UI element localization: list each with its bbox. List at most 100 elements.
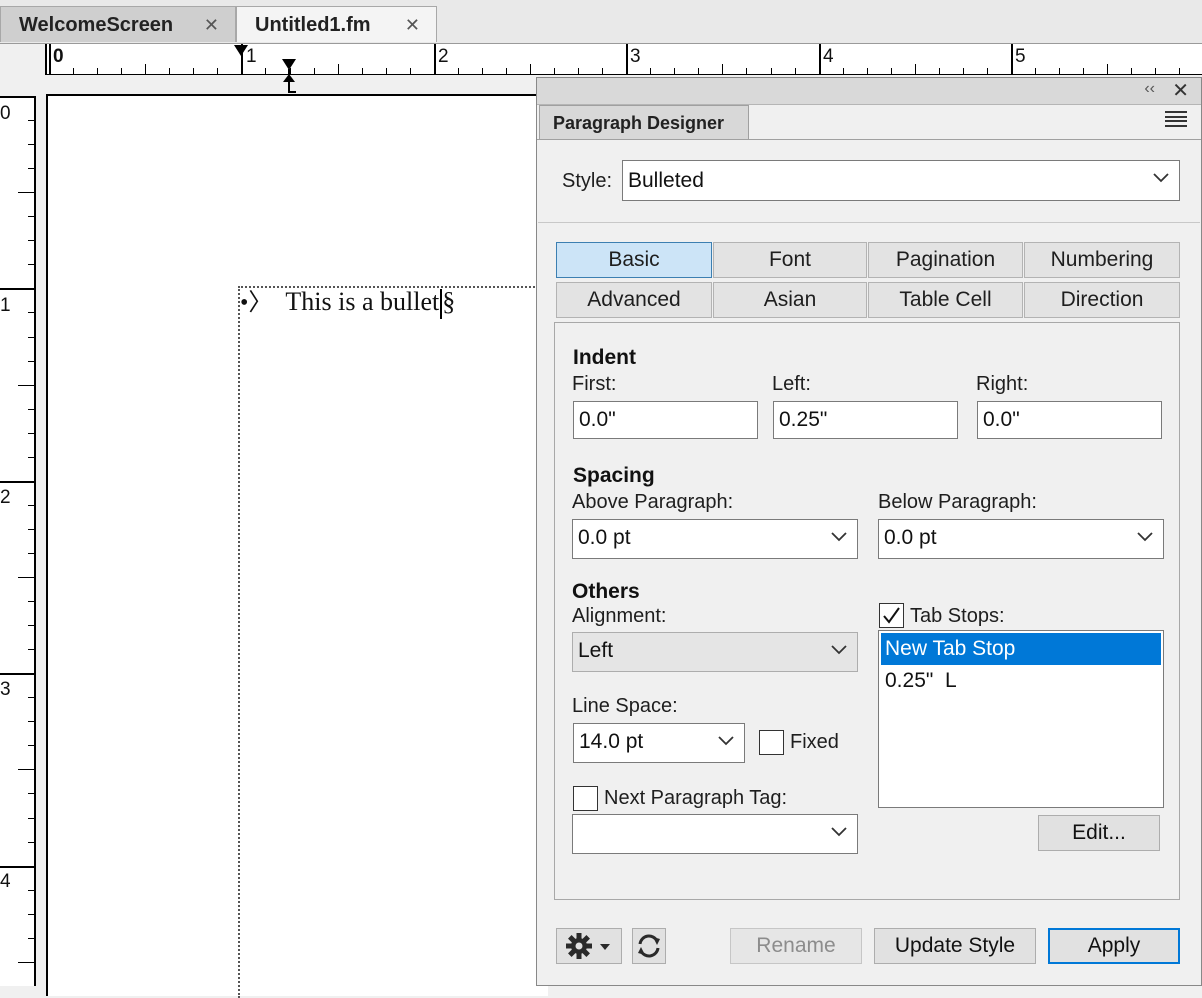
ruler-number: 0 bbox=[0, 103, 11, 124]
divider bbox=[538, 222, 1200, 223]
ruler-tick bbox=[28, 817, 34, 819]
ruler-tick bbox=[28, 889, 34, 891]
style-select[interactable]: Bulleted bbox=[622, 160, 1180, 201]
ruler-tick bbox=[674, 68, 676, 74]
ruler-tick bbox=[0, 865, 34, 868]
left-indent-label: Left: bbox=[772, 373, 811, 395]
ruler-tick bbox=[18, 577, 34, 578]
ruler-tick bbox=[361, 68, 363, 74]
tab-untitled1[interactable]: Untitled1.fm ✕ bbox=[236, 6, 437, 42]
tab-table-cell[interactable]: Table Cell bbox=[868, 282, 1023, 318]
ruler-tick bbox=[0, 480, 34, 483]
next-paragraph-tag-checkbox[interactable] bbox=[573, 786, 598, 811]
ruler-tick bbox=[530, 64, 531, 74]
ruler-tick bbox=[169, 68, 171, 74]
first-indent-marker-icon[interactable] bbox=[233, 44, 249, 58]
style-select-value: Bulleted bbox=[628, 169, 704, 192]
text-frame[interactable] bbox=[238, 286, 550, 998]
ruler-tick bbox=[1131, 68, 1133, 74]
above-paragraph-select[interactable]: 0.0 pt bbox=[572, 519, 858, 559]
ruler-number: 1 bbox=[0, 295, 11, 316]
collapse-icon[interactable]: ‹‹ bbox=[1144, 80, 1155, 98]
ruler-number: 2 bbox=[0, 487, 11, 508]
ruler-tick bbox=[18, 769, 34, 771]
ruler-number: 4 bbox=[823, 46, 834, 67]
next-paragraph-tag-select[interactable] bbox=[572, 814, 858, 854]
ruler-tick bbox=[28, 360, 34, 362]
ruler-tick bbox=[794, 68, 796, 74]
ruler-number: 5 bbox=[1015, 46, 1026, 67]
ruler-tick bbox=[938, 68, 940, 74]
paragraph-text: This is a bullet bbox=[285, 287, 440, 316]
close-icon[interactable]: ✕ bbox=[204, 7, 219, 43]
tab-numbering[interactable]: Numbering bbox=[1024, 242, 1180, 278]
panel-title-bar[interactable]: ‹‹ ✕ bbox=[537, 78, 1201, 105]
tab-label: Untitled1.fm bbox=[255, 14, 371, 36]
horizontal-ruler[interactable]: 0 1 2 3 4 5 bbox=[45, 44, 1202, 75]
left-indent-input[interactable]: 0.25" bbox=[773, 401, 958, 439]
list-item[interactable]: New Tab Stop bbox=[881, 633, 1161, 665]
tab-direction[interactable]: Direction bbox=[1024, 282, 1180, 318]
panel-menu-icon[interactable] bbox=[1165, 111, 1187, 127]
tab-font[interactable]: Font bbox=[713, 242, 867, 278]
ruler-tick bbox=[409, 68, 411, 74]
ruler-tick bbox=[28, 432, 34, 434]
ruler-tick bbox=[28, 216, 34, 218]
ruler-tick bbox=[770, 68, 772, 74]
chevron-down-icon bbox=[831, 645, 847, 655]
line-space-select[interactable]: 14.0 pt bbox=[573, 723, 745, 763]
ruler-tick bbox=[28, 120, 34, 122]
bullet-marker: •〉 bbox=[240, 290, 273, 316]
alignment-select[interactable]: Left bbox=[572, 632, 858, 672]
ruler-tick bbox=[914, 64, 916, 74]
panel-tab-paragraph-designer[interactable]: Paragraph Designer bbox=[539, 105, 749, 139]
tab-stops-checkbox[interactable] bbox=[879, 603, 904, 628]
below-paragraph-select[interactable]: 0.0 pt bbox=[878, 519, 1164, 559]
ruler-tick bbox=[313, 68, 315, 74]
refresh-button[interactable] bbox=[632, 928, 666, 964]
alignment-value: Left bbox=[578, 639, 614, 662]
tab-advanced[interactable]: Advanced bbox=[556, 282, 712, 318]
ruler-tick bbox=[49, 44, 51, 74]
chevron-down-icon bbox=[1137, 532, 1153, 542]
list-item[interactable]: 0.25" L bbox=[881, 665, 1161, 697]
ruler-tick bbox=[28, 721, 34, 723]
ruler-tick bbox=[28, 312, 34, 314]
ruler-tick bbox=[1059, 68, 1061, 74]
ruler-tick bbox=[818, 44, 821, 74]
edit-tab-stop-button[interactable]: Edit... bbox=[1038, 815, 1160, 851]
commands-menu-button[interactable] bbox=[556, 928, 622, 964]
ruler-tick bbox=[145, 64, 147, 74]
tab-stop-marker-icon[interactable] bbox=[281, 74, 297, 94]
ruler-tick bbox=[0, 96, 34, 98]
alignment-label: Alignment: bbox=[572, 605, 667, 627]
tab-stops-list[interactable]: New Tab Stop 0.25" L bbox=[878, 630, 1164, 808]
ruler-tick bbox=[28, 240, 34, 242]
vertical-ruler[interactable]: 0 1 2 3 4 bbox=[0, 96, 36, 986]
close-icon[interactable]: ✕ bbox=[405, 7, 420, 43]
ruler-tick bbox=[193, 68, 195, 74]
bullet-paragraph[interactable]: •〉 This is a bullet § bbox=[240, 285, 455, 320]
tab-pagination[interactable]: Pagination bbox=[868, 242, 1023, 278]
close-icon[interactable]: ✕ bbox=[1172, 78, 1189, 103]
tab-label: WelcomeScreen bbox=[19, 14, 174, 36]
apply-button[interactable]: Apply bbox=[1048, 928, 1180, 964]
first-indent-input[interactable]: 0.0" bbox=[573, 401, 758, 439]
tab-basic[interactable]: Basic bbox=[556, 242, 712, 278]
update-style-button[interactable]: Update Style bbox=[874, 928, 1036, 964]
tab-welcome-screen[interactable]: WelcomeScreen ✕ bbox=[0, 6, 236, 42]
left-indent-marker-icon[interactable] bbox=[281, 58, 297, 74]
ruler-tick bbox=[28, 841, 34, 843]
rename-button[interactable]: Rename bbox=[730, 928, 862, 964]
ruler-tick bbox=[602, 68, 604, 74]
line-space-value: 14.0 pt bbox=[579, 730, 644, 753]
fixed-checkbox[interactable] bbox=[759, 730, 784, 755]
ruler-tick bbox=[18, 384, 34, 386]
ruler-tick bbox=[1011, 44, 1013, 74]
ruler-tick bbox=[481, 68, 483, 74]
right-indent-input[interactable]: 0.0" bbox=[977, 401, 1162, 439]
ruler-tick bbox=[578, 68, 580, 74]
tab-asian[interactable]: Asian bbox=[713, 282, 867, 318]
ruler-tick bbox=[217, 68, 219, 74]
ruler-tick bbox=[986, 68, 988, 74]
